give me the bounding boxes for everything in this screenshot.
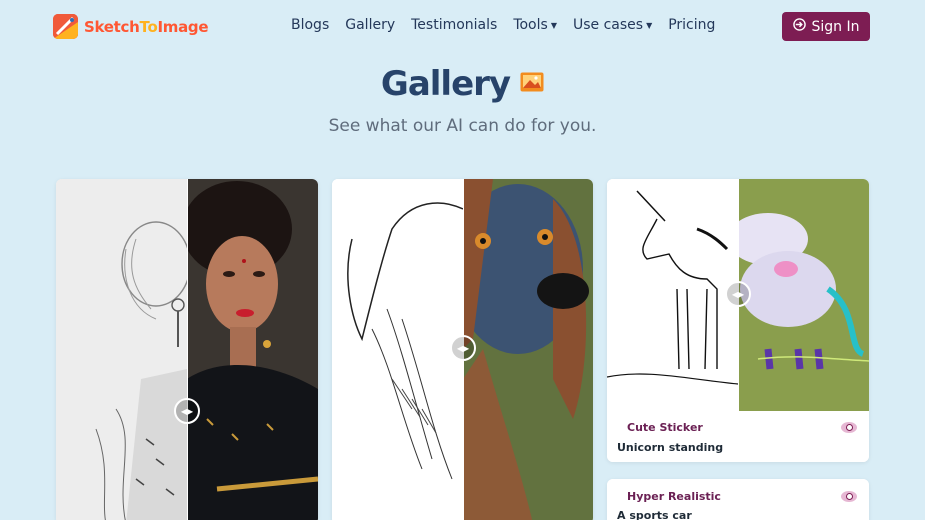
sign-in-label: Sign In: [811, 18, 860, 35]
compare-slider-handle[interactable]: ◀▶: [725, 281, 751, 307]
gallery-card-portrait[interactable]: ◀▶: [56, 179, 318, 520]
style-tag: Cute Sticker: [627, 421, 703, 434]
nav-use-cases-dropdown[interactable]: Use cases ▼: [573, 17, 652, 33]
card-caption: A sports car: [617, 509, 692, 520]
generated-image: [463, 179, 593, 520]
nav-link-gallery[interactable]: Gallery: [345, 17, 395, 33]
gallery-card-dog[interactable]: ◀▶: [332, 179, 593, 520]
eye-icon[interactable]: [841, 491, 857, 502]
card-caption: Unicorn standing: [617, 441, 724, 454]
page-subtitle: See what our AI can do for you.: [328, 116, 597, 136]
sketch-image: [332, 179, 463, 520]
gallery-card-unicorn[interactable]: ◀▶ Cute Sticker Unicorn standing: [607, 179, 869, 462]
gallery-title: Gallery: [380, 64, 511, 104]
page-title: Gallery: [0, 64, 925, 104]
card-info: Cute Sticker Unicorn standing: [607, 411, 869, 462]
generated-image: [187, 179, 318, 520]
nav-link-testimonials[interactable]: Testimonials: [411, 17, 497, 33]
style-tag: Hyper Realistic: [627, 490, 721, 503]
nav-tools-dropdown[interactable]: Tools ▼: [513, 17, 557, 33]
gallery-card-sports-car[interactable]: Hyper Realistic A sports car: [607, 479, 869, 520]
nav-use-cases-label: Use cases: [572, 17, 644, 33]
nav-link-blogs[interactable]: Blogs: [291, 17, 329, 33]
navbar: SketchToImage Blogs Gallery Testimonials…: [0, 0, 925, 52]
card-info: Hyper Realistic A sports car: [607, 479, 869, 520]
compare-slider-handle[interactable]: ◀▶: [174, 398, 200, 424]
compare-slider-handle[interactable]: ◀▶: [450, 335, 476, 361]
sketch-image: [607, 179, 738, 411]
logo-wordmark: SketchToImage: [84, 17, 209, 36]
caret-down-icon: ▼: [646, 20, 653, 30]
logo-icon: [53, 14, 78, 39]
nav-tools-label: Tools: [513, 17, 548, 33]
sign-in-button[interactable]: Sign In: [782, 12, 870, 41]
generated-image: [738, 179, 869, 411]
logo[interactable]: SketchToImage: [53, 14, 209, 39]
eye-icon[interactable]: [841, 422, 857, 433]
caret-down-icon: ▼: [550, 20, 557, 30]
nav-link-pricing[interactable]: Pricing: [668, 17, 715, 33]
sign-in-icon: [792, 18, 806, 35]
compare-divider: [187, 179, 188, 520]
sketch-image: [56, 179, 187, 520]
nav-links: Blogs Gallery Testimonials Tools ▼ Use c…: [291, 17, 715, 33]
picture-icon: [520, 72, 544, 96]
